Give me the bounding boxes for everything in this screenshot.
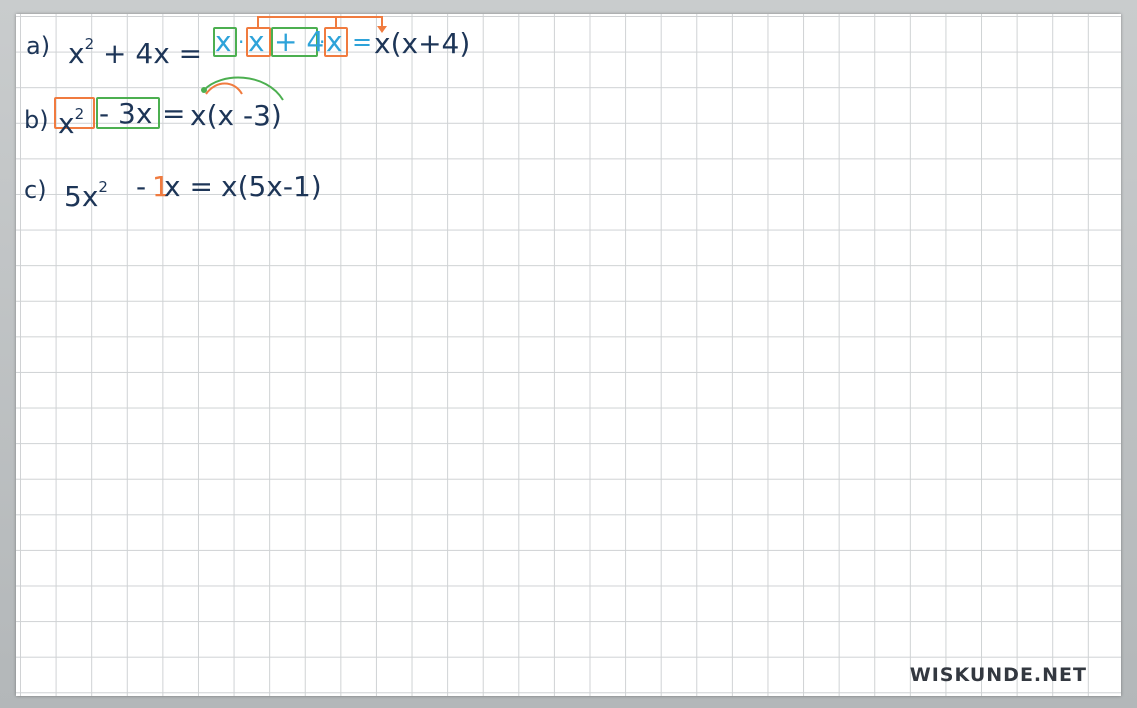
row-c-lhs-start-text: 5x	[64, 180, 99, 213]
row-b-green-arc	[203, 76, 284, 101]
row-c-result: x(5x-1)	[221, 170, 322, 203]
window-frame: a) x2 + 4x = x · x + 4 · x = x(x+4) b) x…	[0, 0, 1137, 708]
row-c-lhs-end: x =	[164, 170, 213, 203]
row-b-arcs	[201, 76, 284, 101]
row-c-label: c)	[24, 176, 47, 204]
row-c-minus: -	[136, 170, 147, 203]
row-c-lhs-start: 5x2	[64, 169, 108, 215]
brand-watermark: WISKUNDE.NET	[909, 664, 1087, 686]
row-c-lhs-exp: 2	[98, 178, 108, 196]
row-b-green-dot	[201, 87, 207, 93]
graph-paper: a) x2 + 4x = x · x + 4 · x = x(x+4) b) x…	[16, 14, 1121, 696]
